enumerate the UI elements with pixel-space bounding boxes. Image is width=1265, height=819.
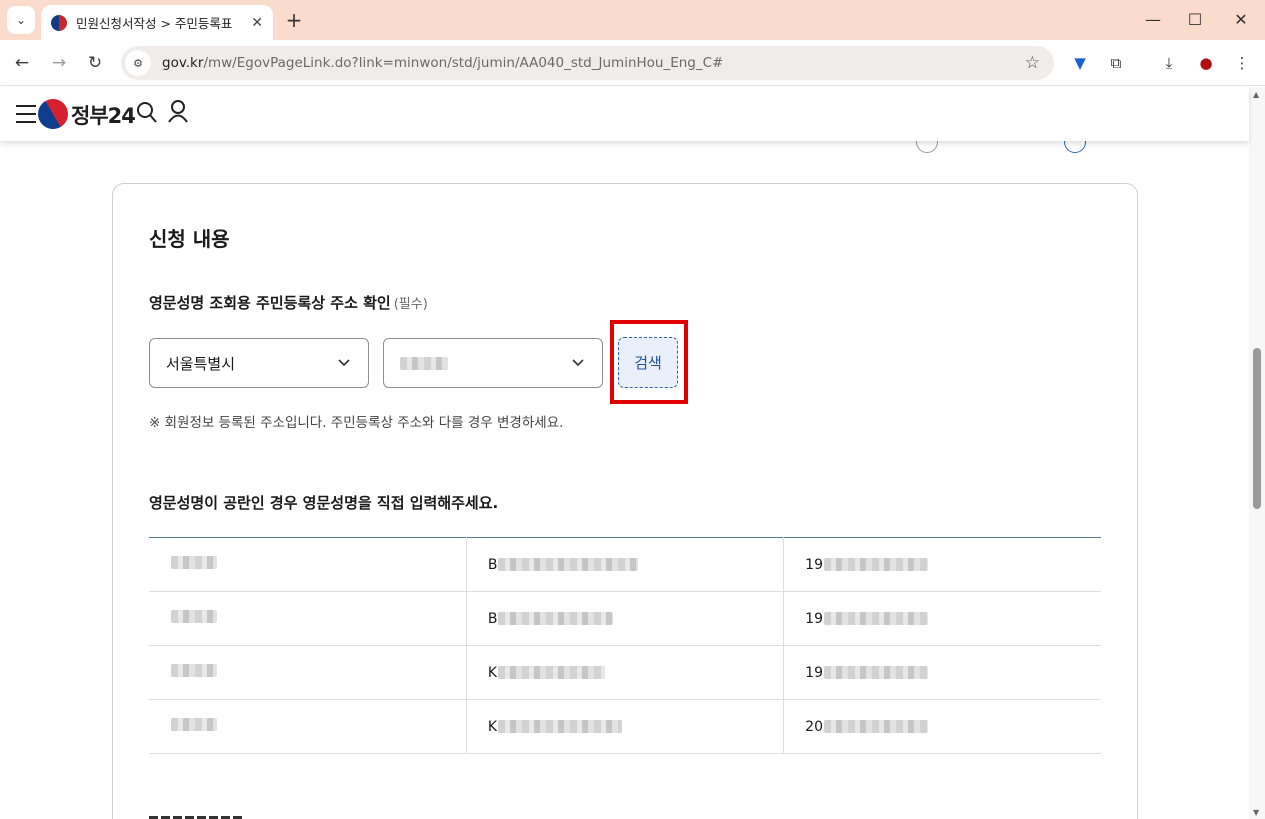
table-cell: 19 [783,645,1101,700]
tab-search-icon[interactable]: ⌄ [7,6,35,34]
required-tag: (필수) [393,297,428,312]
table-cell: B [465,591,784,646]
redacted-text [823,558,928,571]
tab-title: 민원신청서작성 > 주민등록표 [76,16,233,31]
redacted-text [823,720,928,733]
logo-mark-icon[interactable] [38,99,68,129]
table-cell [149,537,467,592]
kebab-menu-icon[interactable]: ⋮ [1229,50,1255,76]
table-cell [149,591,467,646]
address-field-label: 영문성명 조회용 주민등록상 주소 확인 (필수) [149,294,428,312]
cut-off-next-section-title [149,810,249,819]
profile-icon[interactable]: ● [1193,50,1219,76]
forward-icon[interactable]: → [45,49,73,77]
table-cell: 20 [783,699,1101,754]
scrollbar-thumb[interactable] [1253,348,1261,509]
table-row: B 19 [149,537,1101,592]
site-logo[interactable]: 정부24 [71,100,136,130]
maximize-icon[interactable]: ☐ [1180,6,1210,34]
user-icon[interactable] [167,99,189,125]
redacted-text [823,666,928,679]
sigungu-select-value-redacted [400,356,448,370]
window-close-icon[interactable]: ✕ [1226,6,1256,34]
table-cell: K [465,645,784,700]
redacted-text [823,612,928,625]
redacted-text [171,664,217,677]
table-cell [149,699,467,754]
table-cell: 19 [783,591,1101,646]
search-button[interactable]: 검색 [618,337,678,388]
english-name-heading: 영문성명이 공란인 경우 영문성명을 직접 입력해주세요. [149,494,499,512]
redacted-text [171,556,217,569]
table-row: B 19 [149,591,1101,646]
redacted-birth-prefix: 19 [805,664,823,681]
table-cell: K [465,699,784,754]
redacted-birth-prefix: 19 [805,610,823,627]
page-scrollbar[interactable]: ▲ ▼ [1249,87,1265,819]
close-icon[interactable]: ✕ [251,15,263,31]
chevron-down-icon [572,359,584,367]
site-header: 정부24 [0,87,1249,141]
chevron-down-icon [338,359,350,367]
section-title: 신청 내용 [149,227,230,251]
redacted-text [498,558,639,571]
sigungu-select[interactable] [383,338,603,388]
sido-select-value: 서울특별시 [166,354,236,373]
plus-icon[interactable]: + [284,8,304,32]
redacted-name-initial: B [487,556,498,573]
search-icon[interactable] [136,101,158,125]
minimize-icon[interactable]: — [1138,6,1168,34]
redacted-name-initial: K [487,718,498,735]
extension-vpn-icon[interactable]: ▼ [1067,50,1093,76]
redacted-text [171,610,217,623]
redacted-birth-prefix: 20 [805,718,823,735]
table-cell [149,645,467,700]
redacted-name-initial: K [487,664,498,681]
address-note: ※ 회원정보 등록된 주소입니다. 주민등록상 주소와 다를 경우 변경하세요. [149,415,564,431]
puzzle-icon[interactable]: ⧉ [1103,50,1129,76]
redacted-text [498,612,614,625]
table-cell: B [465,537,784,592]
download-icon[interactable]: ⤓ [1156,50,1182,76]
redacted-birth-prefix: 19 [805,556,823,573]
browser-tab-bar: ⌄ 민원신청서작성 > 주민등록표 ✕ + — ☐ ✕ [0,0,1265,40]
table-row: K 19 [149,645,1101,700]
star-icon[interactable]: ☆ [1025,53,1040,73]
table-cell: 19 [783,537,1101,592]
sido-select[interactable]: 서울특별시 [149,338,369,388]
url-text[interactable]: gov.kr/mw/EgovPageLink.do?link=minwon/st… [162,55,723,71]
favicon-icon [51,14,67,31]
browser-toolbar: ← → ↻ ⚙ gov.kr/mw/EgovPageLink.do?link=m… [0,40,1265,86]
site-info-icon[interactable]: ⚙ [125,50,151,76]
table-row: K 20 [149,699,1101,754]
back-icon[interactable]: ← [8,49,36,77]
reload-icon[interactable]: ↻ [81,49,109,77]
address-bar[interactable]: ⚙ gov.kr/mw/EgovPageLink.do?link=minwon/… [121,46,1054,80]
redacted-text [498,720,623,733]
english-name-table: B 19 B 19 K 19 K 20 [149,537,1101,754]
redacted-text [498,666,606,679]
redacted-name-initial: B [487,610,498,627]
browser-tab[interactable]: 민원신청서작성 > 주민등록표 ✕ [41,5,273,40]
hamburger-icon[interactable] [16,105,36,123]
scroll-down-icon[interactable]: ▼ [1253,808,1259,817]
redacted-text [171,718,217,731]
scroll-up-icon[interactable]: ▲ [1253,90,1259,99]
